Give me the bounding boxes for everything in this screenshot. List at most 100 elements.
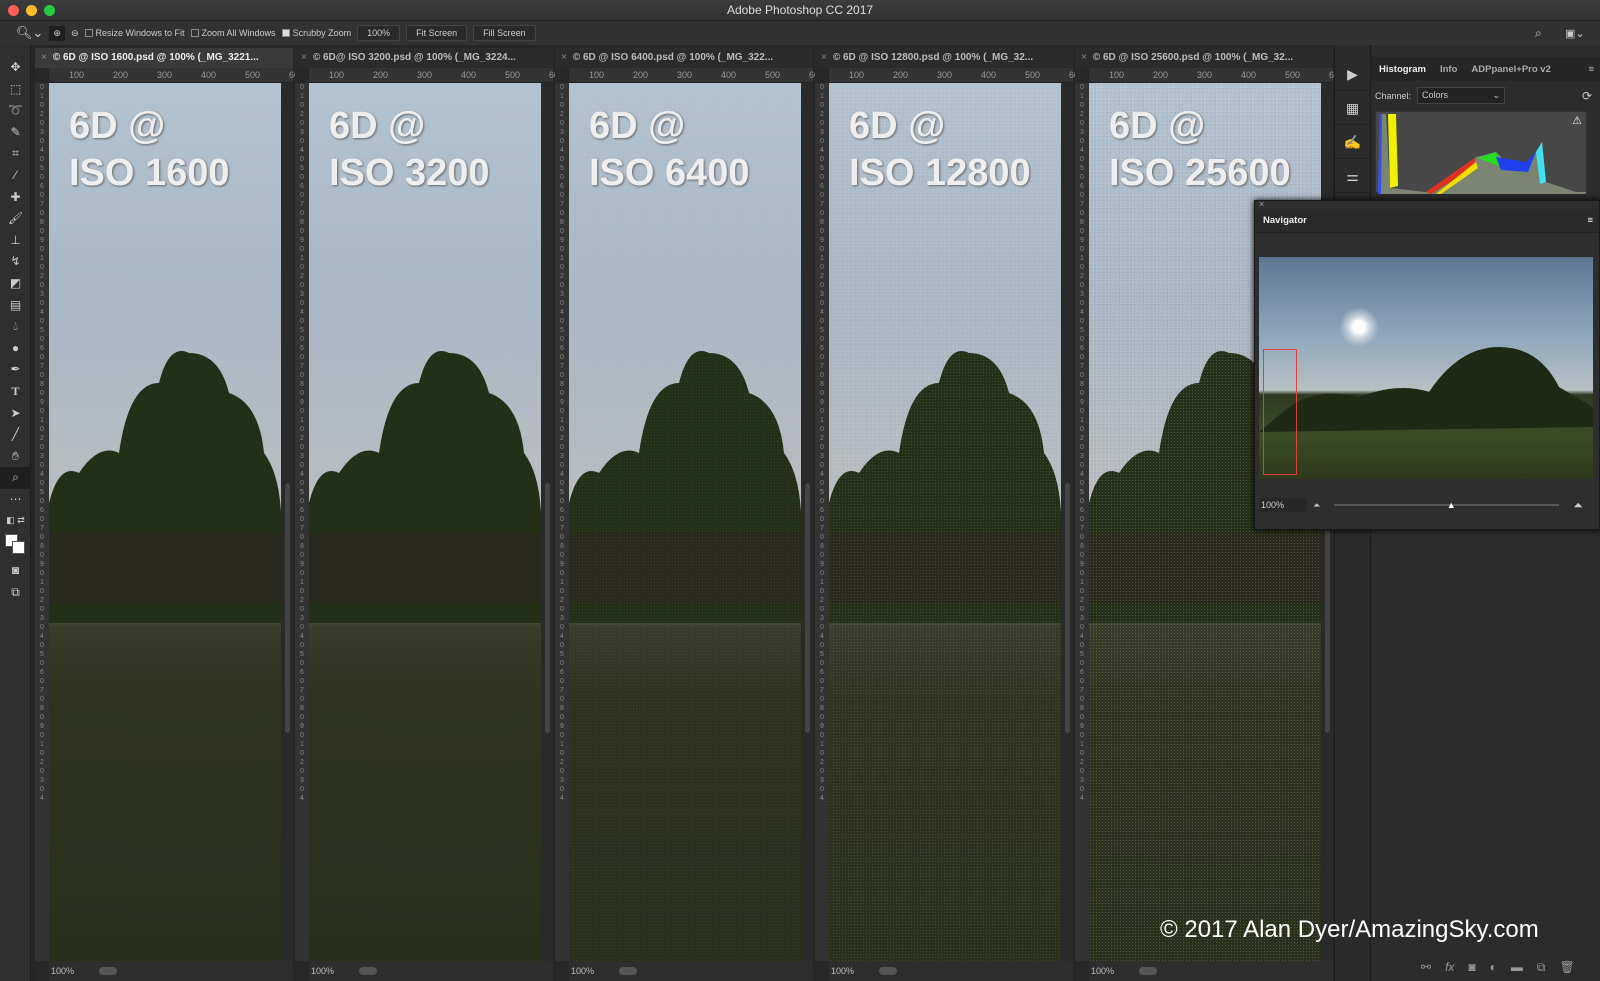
vertical-ruler: 0102030405060708090102030405060708090102… [35,83,49,961]
zoom-all-windows-checkbox[interactable]: Zoom All Windows [190,28,276,38]
histogram-graph: ⚠ [1375,111,1587,194]
screen-mode-icon[interactable]: ⧉ [0,582,31,604]
image-canvas[interactable]: 6D @ ISO 1600 [49,83,281,961]
more-tools-icon[interactable]: ⋯ [0,489,31,511]
vertical-scrollbar[interactable] [541,83,553,961]
clone-stamp-icon[interactable]: ⊥ [0,230,31,252]
document-tab[interactable]: × © 6D@ ISO 3200.psd @ 100% (_MG_3224... [295,48,553,68]
pen-tool-icon[interactable]: ✒ [0,359,31,381]
zoom-level: 100% [831,966,855,976]
image-canvas[interactable]: 6D @ ISO 6400 [569,83,801,961]
close-tab-icon[interactable]: × [561,52,567,63]
panel-menu-icon[interactable]: ≡ [1587,209,1593,233]
title-bar: Adobe Photoshop CC 2017 [0,0,1600,21]
zoom-slider[interactable]: ▲ [1334,500,1560,510]
swap-colors-icon[interactable]: ◧ ⇄ [0,510,31,532]
horizontal-scrollbar[interactable] [619,967,637,975]
channel-select[interactable]: Colors ⌄ [1417,87,1506,104]
close-tab-icon[interactable]: × [41,52,47,63]
type-tool-icon[interactable]: T [0,381,31,403]
close-tab-icon[interactable]: × [821,52,827,63]
zoom-in-icon[interactable]: ⏶ [1573,498,1583,513]
vertical-ruler: 0102030405060708090102030405060708090102… [815,83,829,961]
vertical-scrollbar[interactable] [801,83,813,961]
view-box[interactable] [1263,349,1297,475]
fx-icon[interactable]: fx [1445,960,1454,975]
move-tool-icon[interactable]: ✥ [0,57,31,79]
navigator-title: Navigator [1263,215,1307,226]
brush-tool-icon[interactable]: 🖌︎ [0,208,31,230]
gradient-tool-icon[interactable]: ▤ [0,295,31,317]
quick-select-tool-icon[interactable]: ✎ [0,122,31,144]
maximize-window-button[interactable] [44,5,55,16]
zoom-out-icon[interactable]: ⊖ [71,28,79,39]
status-bar: 100% [569,961,813,981]
marquee-tool-icon[interactable]: ⬚ [0,79,31,101]
horizontal-scrollbar[interactable] [879,967,897,975]
zoom-percent-button[interactable]: 100% [357,25,401,41]
zoom-in-icon[interactable]: ⊕ [49,25,65,41]
adjustments-icon[interactable]: ⚌ [1335,159,1370,193]
zoom-tool-preset-icon[interactable]: 🔍︎⌄ [16,25,43,41]
close-tab-icon[interactable]: × [301,52,307,63]
lasso-tool-icon[interactable]: ➰ [0,100,31,122]
close-panel-icon[interactable]: × [1259,199,1264,209]
new-group-icon[interactable]: ▬ [1511,960,1523,975]
eyedropper-tool-icon[interactable]: ⁄ [0,165,31,187]
line-tool-icon[interactable]: ╱ [0,424,31,446]
brushes-icon[interactable]: ✍ [1335,125,1370,159]
status-bar: 100% [1089,961,1333,981]
new-layer-icon[interactable]: ⧉ [1537,960,1546,975]
dodge-tool-icon[interactable]: ● [0,338,31,360]
tab-adppanel[interactable]: ADPpanel+Pro v2 [1471,64,1550,75]
refresh-icon[interactable]: ⟳ [1582,89,1592,103]
vertical-ruler: 0102030405060708090102030405060708090102… [555,83,569,961]
tab-histogram[interactable]: Histogram [1379,64,1426,75]
layer-mask-icon[interactable]: ◙ [1468,960,1475,975]
quick-mask-icon[interactable]: ◙ [0,560,31,582]
properties-icon[interactable]: ▦ [1335,91,1370,125]
workspace-icon[interactable]: ▣⌄ [1565,27,1585,40]
tab-info[interactable]: Info [1440,64,1457,75]
slider-thumb[interactable]: ▲ [1447,500,1456,510]
fit-screen-button[interactable]: Fit Screen [406,25,468,41]
fill-screen-button[interactable]: Fill Screen [473,25,536,41]
minimize-window-button[interactable] [26,5,37,16]
image-canvas[interactable]: 6D @ ISO 3200 [309,83,541,961]
image-canvas[interactable]: 6D @ ISO 12800 [829,83,1061,961]
document-tab[interactable]: × © 6D @ ISO 25600.psd @ 100% (_MG_32... [1075,48,1333,68]
color-swatches[interactable] [0,532,31,560]
link-layers-icon[interactable]: ⚯ [1421,960,1431,975]
vertical-scrollbar[interactable] [281,83,293,961]
document-tab[interactable]: × © 6D @ ISO 12800.psd @ 100% (_MG_32... [815,48,1073,68]
horizontal-scrollbar[interactable] [99,967,117,975]
eraser-tool-icon[interactable]: ◩ [0,273,31,295]
healing-brush-icon[interactable]: ✚ [0,187,31,209]
trash-icon[interactable]: 🗑︎ [1559,960,1574,975]
document-tab[interactable]: × © 6D @ ISO 1600.psd @ 100% (_MG_3221... [35,48,293,68]
close-tab-icon[interactable]: × [1081,52,1087,63]
status-bar: 100% [829,961,1073,981]
crop-tool-icon[interactable]: ⌗ [0,143,31,165]
scrubby-zoom-checkbox[interactable]: Scrubby Zoom [281,28,351,38]
panel-menu-icon[interactable]: ≡ [1588,64,1594,75]
path-select-icon[interactable]: ➤ [0,403,31,425]
copyright-watermark: © 2017 Alan Dyer/AmazingSky.com [1160,916,1539,943]
navigator-preview[interactable] [1259,257,1593,479]
resize-windows-checkbox[interactable]: Resize Windows to Fit [84,28,185,38]
hand-tool-icon[interactable]: ✋︎ [0,446,31,468]
horizontal-scrollbar[interactable] [359,967,377,975]
zoom-tool-icon[interactable]: ⌕ [0,467,31,489]
document-tab[interactable]: × © 6D @ ISO 6400.psd @ 100% (_MG_322... [555,48,813,68]
blur-tool-icon[interactable]: 💧︎ [0,316,31,338]
close-window-button[interactable] [8,5,19,16]
search-icon[interactable]: ⌕ [1535,26,1542,41]
adjustment-layer-icon[interactable]: ◐ [1490,960,1497,975]
play-actions-icon[interactable]: ▶ [1335,57,1370,91]
vertical-scrollbar[interactable] [1061,83,1073,961]
navigator-zoom-field[interactable]: 100% [1259,498,1307,512]
zoom-out-icon[interactable]: ⏶ [1313,500,1320,511]
history-brush-icon[interactable]: ↯ [0,251,31,273]
cache-warning-icon[interactable]: ⚠ [1572,114,1582,127]
horizontal-scrollbar[interactable] [1139,967,1157,975]
